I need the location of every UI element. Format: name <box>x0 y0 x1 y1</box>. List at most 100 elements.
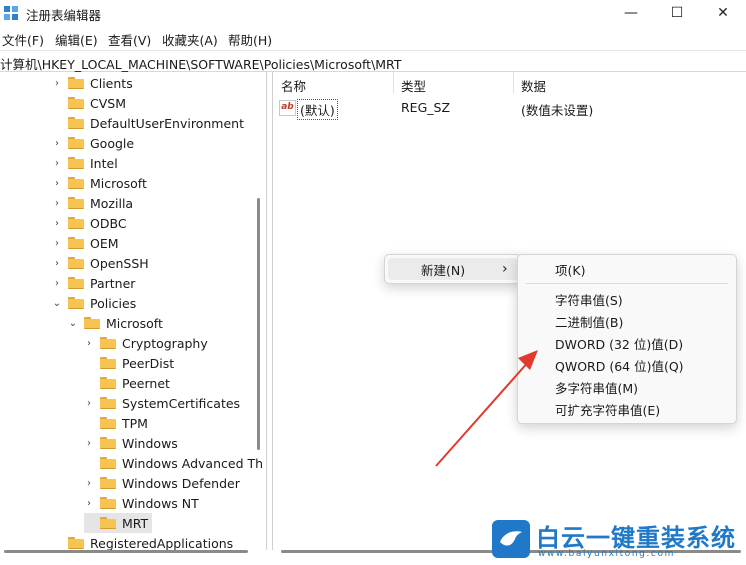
menu-view[interactable]: 查看(V) <box>108 30 151 49</box>
tree-vertical-scrollbar[interactable] <box>257 198 260 450</box>
submenu-key-label: 项(K) <box>555 262 586 278</box>
tree-node[interactable]: ⌄ Policies <box>52 293 136 313</box>
close-button[interactable]: ✕ <box>700 0 746 26</box>
context-menu-new[interactable]: 新建(N) › <box>388 258 518 280</box>
tree-node[interactable]: › Clients <box>52 73 133 93</box>
submenu-key[interactable]: 项(K) <box>518 258 736 280</box>
chevron-right-icon[interactable]: › <box>84 338 94 349</box>
chevron-right-icon[interactable]: › <box>52 218 62 229</box>
chevron-right-icon[interactable]: › <box>84 398 94 409</box>
chevron-right-icon[interactable] <box>84 358 94 368</box>
tree-node[interactable]: DefaultUserEnvironment <box>52 113 244 133</box>
chevron-right-icon[interactable] <box>84 518 94 528</box>
folder-icon <box>68 177 84 189</box>
tree-node[interactable]: › Microsoft <box>52 173 147 193</box>
tree-node-label: CVSM <box>90 95 126 111</box>
folder-icon <box>68 77 84 89</box>
tree-node[interactable]: › ODBC <box>52 213 127 233</box>
tree-horizontal-scrollbar[interactable] <box>4 550 248 553</box>
tree-node[interactable]: ⌄ Microsoft <box>68 313 163 333</box>
folder-icon <box>100 377 116 389</box>
folder-icon <box>68 277 84 289</box>
tree-node[interactable]: RegisteredApplications <box>52 533 233 550</box>
watermark-url: www.baiyunxitong.com <box>538 549 675 559</box>
column-header-data[interactable]: 数据 <box>521 76 546 95</box>
tree-node[interactable]: › Windows NT <box>84 493 199 513</box>
chevron-down-icon[interactable]: ⌄ <box>52 298 62 309</box>
submenu-expandable-string-value[interactable]: 可扩充字符串值(E) <box>518 398 736 420</box>
folder-icon <box>100 357 116 369</box>
column-divider[interactable] <box>513 72 514 94</box>
tree-node[interactable]: › SystemCertificates <box>84 393 240 413</box>
submenu-dword-value[interactable]: DWORD (32 位)值(D) <box>518 332 736 354</box>
folder-icon <box>100 397 116 409</box>
chevron-right-icon[interactable] <box>84 378 94 388</box>
folder-icon <box>68 217 84 229</box>
chevron-right-icon[interactable] <box>52 538 62 548</box>
chevron-right-icon[interactable]: › <box>84 498 94 509</box>
tree-node-label: Clients <box>90 75 133 91</box>
tree-node[interactable]: › Windows Defender <box>84 473 240 493</box>
maximize-button[interactable]: ☐ <box>654 0 700 26</box>
tree-node-label: Windows Advanced Th <box>122 455 264 471</box>
tree-node[interactable]: › Windows <box>84 433 178 453</box>
chevron-right-icon[interactable] <box>52 98 62 108</box>
chevron-right-icon[interactable]: › <box>52 78 62 89</box>
submenu-qword-value[interactable]: QWORD (64 位)值(Q) <box>518 354 736 376</box>
tree-node[interactable]: TPM <box>84 413 148 433</box>
tree-node[interactable]: MRT <box>84 513 153 533</box>
folder-icon <box>68 117 84 129</box>
folder-icon <box>100 437 116 449</box>
folder-icon <box>68 137 84 149</box>
tree-node-label: TPM <box>122 415 148 431</box>
tree-node[interactable]: › OEM <box>52 233 119 253</box>
chevron-right-icon[interactable]: › <box>52 238 62 249</box>
tree-node[interactable]: › Google <box>52 133 134 153</box>
menu-favorites[interactable]: 收藏夹(A) <box>162 30 218 49</box>
string-value-icon: ab <box>279 100 296 116</box>
address-bar[interactable]: 计算机\HKEY_LOCAL_MACHINE\SOFTWARE\Policies… <box>0 50 746 72</box>
submenu-string-value[interactable]: 字符串值(S) <box>518 288 736 310</box>
chevron-right-icon[interactable]: › <box>52 138 62 149</box>
annotation-arrow <box>435 350 538 467</box>
chevron-right-icon[interactable]: › <box>52 198 62 209</box>
chevron-right-icon[interactable]: › <box>84 438 94 449</box>
tree-node[interactable]: › Partner <box>52 273 135 293</box>
value-row[interactable]: ab (默认) REG_SZ (数值未设置) <box>279 98 739 120</box>
chevron-right-icon: › <box>502 261 508 277</box>
tree-node[interactable]: CVSM <box>52 93 126 113</box>
tree-node[interactable]: Windows Advanced Th <box>84 453 263 473</box>
tree-node-label: PeerDist <box>122 355 175 371</box>
submenu-multistring-value[interactable]: 多字符串值(M) <box>518 376 736 398</box>
context-menu: 新建(N) › <box>384 254 522 284</box>
chevron-right-icon[interactable]: › <box>52 158 62 169</box>
tree-node-label: Cryptography <box>122 335 208 351</box>
tree-node[interactable]: › Mozilla <box>52 193 133 213</box>
chevron-right-icon[interactable] <box>84 418 94 428</box>
tree-node-label: DefaultUserEnvironment <box>90 115 244 131</box>
tree-node[interactable]: › OpenSSH <box>52 253 149 273</box>
chevron-right-icon[interactable]: › <box>52 178 62 189</box>
chevron-right-icon[interactable] <box>52 118 62 128</box>
column-header-type[interactable]: 类型 <box>401 76 426 95</box>
menu-help[interactable]: 帮助(H) <box>228 30 272 49</box>
address-path[interactable]: 计算机\HKEY_LOCAL_MACHINE\SOFTWARE\Policies… <box>0 54 401 73</box>
minimize-button[interactable]: — <box>608 0 654 26</box>
submenu-binary-value[interactable]: 二进制值(B) <box>518 310 736 332</box>
chevron-right-icon[interactable]: › <box>52 278 62 289</box>
column-divider[interactable] <box>393 72 394 94</box>
column-header-name[interactable]: 名称 <box>281 76 306 95</box>
tree-node[interactable]: PeerDist <box>84 353 174 373</box>
value-name[interactable]: (默认) <box>297 99 338 120</box>
tree-node-label: SystemCertificates <box>122 395 241 411</box>
chevron-down-icon[interactable]: ⌄ <box>68 318 78 329</box>
menu-file[interactable]: 文件(F) <box>2 30 44 49</box>
chevron-right-icon[interactable] <box>84 458 94 468</box>
tree-node[interactable]: Peernet <box>84 373 170 393</box>
menu-edit[interactable]: 编辑(E) <box>55 30 98 49</box>
chevron-right-icon[interactable]: › <box>52 258 62 269</box>
tree-node[interactable]: › Intel <box>52 153 118 173</box>
tree-node[interactable]: › Cryptography <box>84 333 208 353</box>
tree-pane[interactable]: › Clients CVSM DefaultUserEnvironment › Googl… <box>0 72 267 550</box>
chevron-right-icon[interactable]: › <box>84 478 94 489</box>
